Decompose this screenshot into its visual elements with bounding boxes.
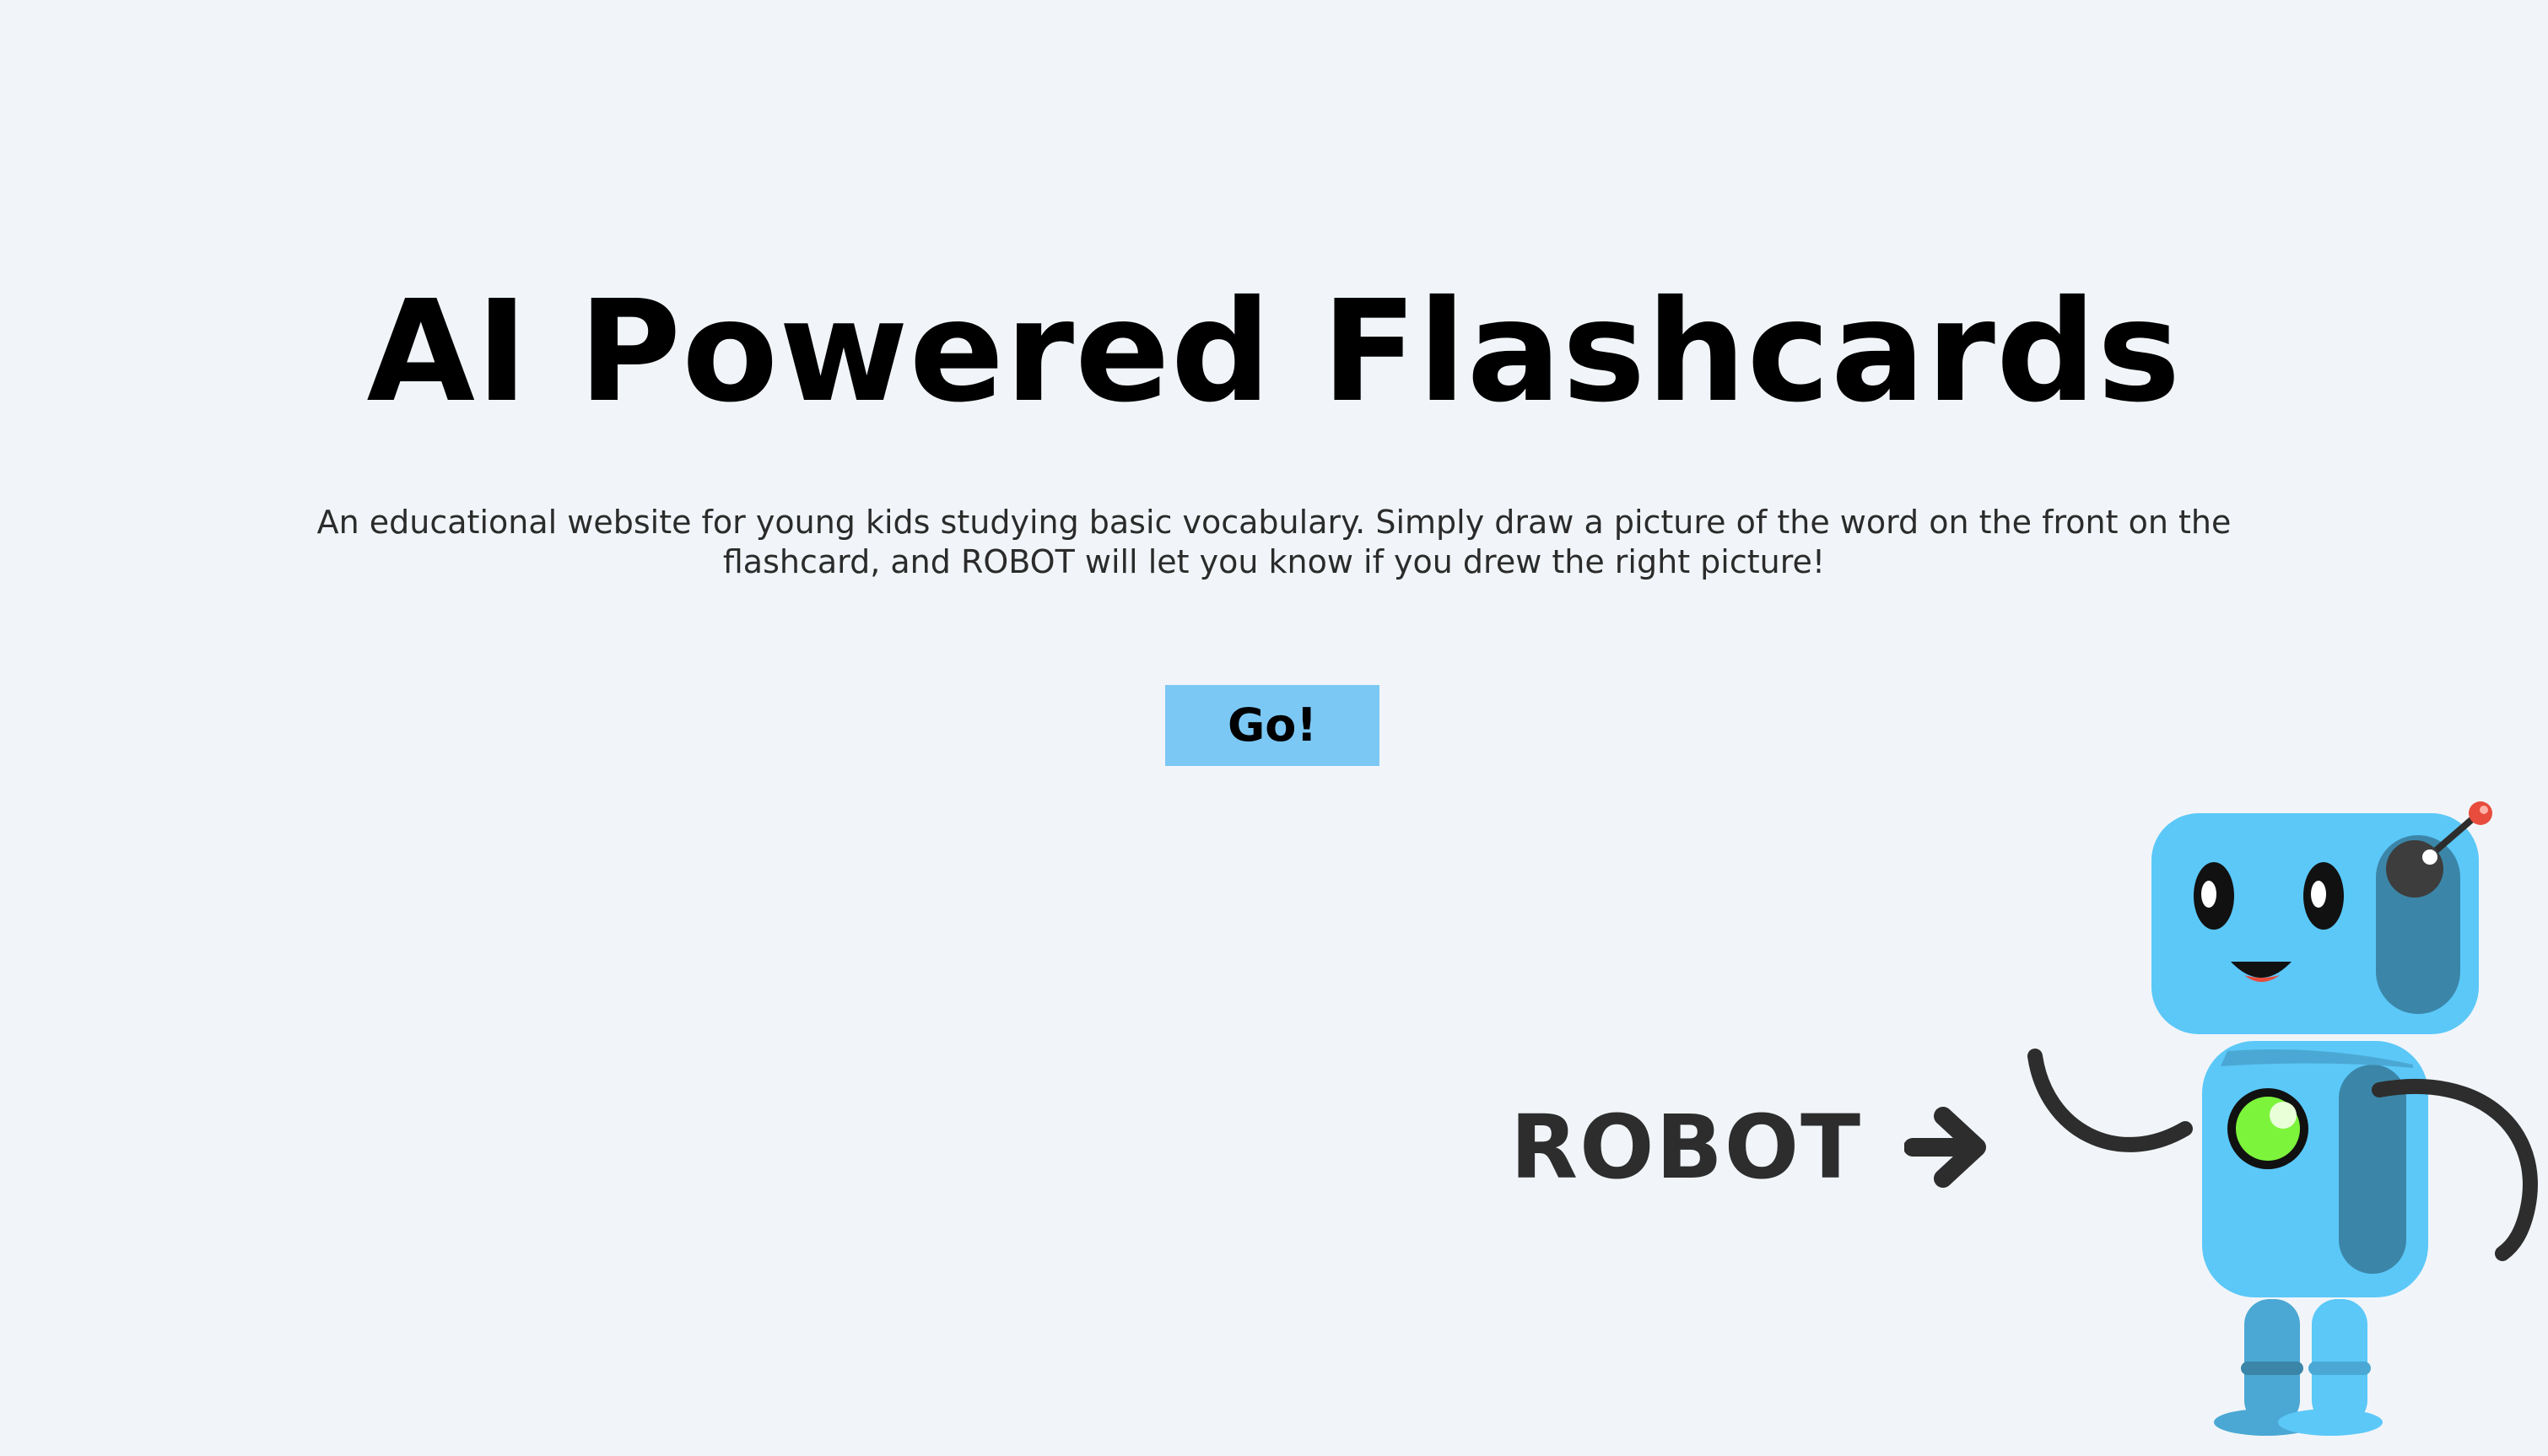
robot-callout: ROBOT xyxy=(1510,1088,1989,1206)
robot-illustration xyxy=(2027,801,2538,1436)
page-description: An educational website for young kids st… xyxy=(316,504,2232,580)
arrow-right-icon xyxy=(1904,1107,1987,1188)
robot-label: ROBOT xyxy=(1510,1096,1863,1199)
go-button[interactable]: Go! xyxy=(1165,685,1379,766)
page-title: AI Powered Flashcards xyxy=(366,271,2182,434)
